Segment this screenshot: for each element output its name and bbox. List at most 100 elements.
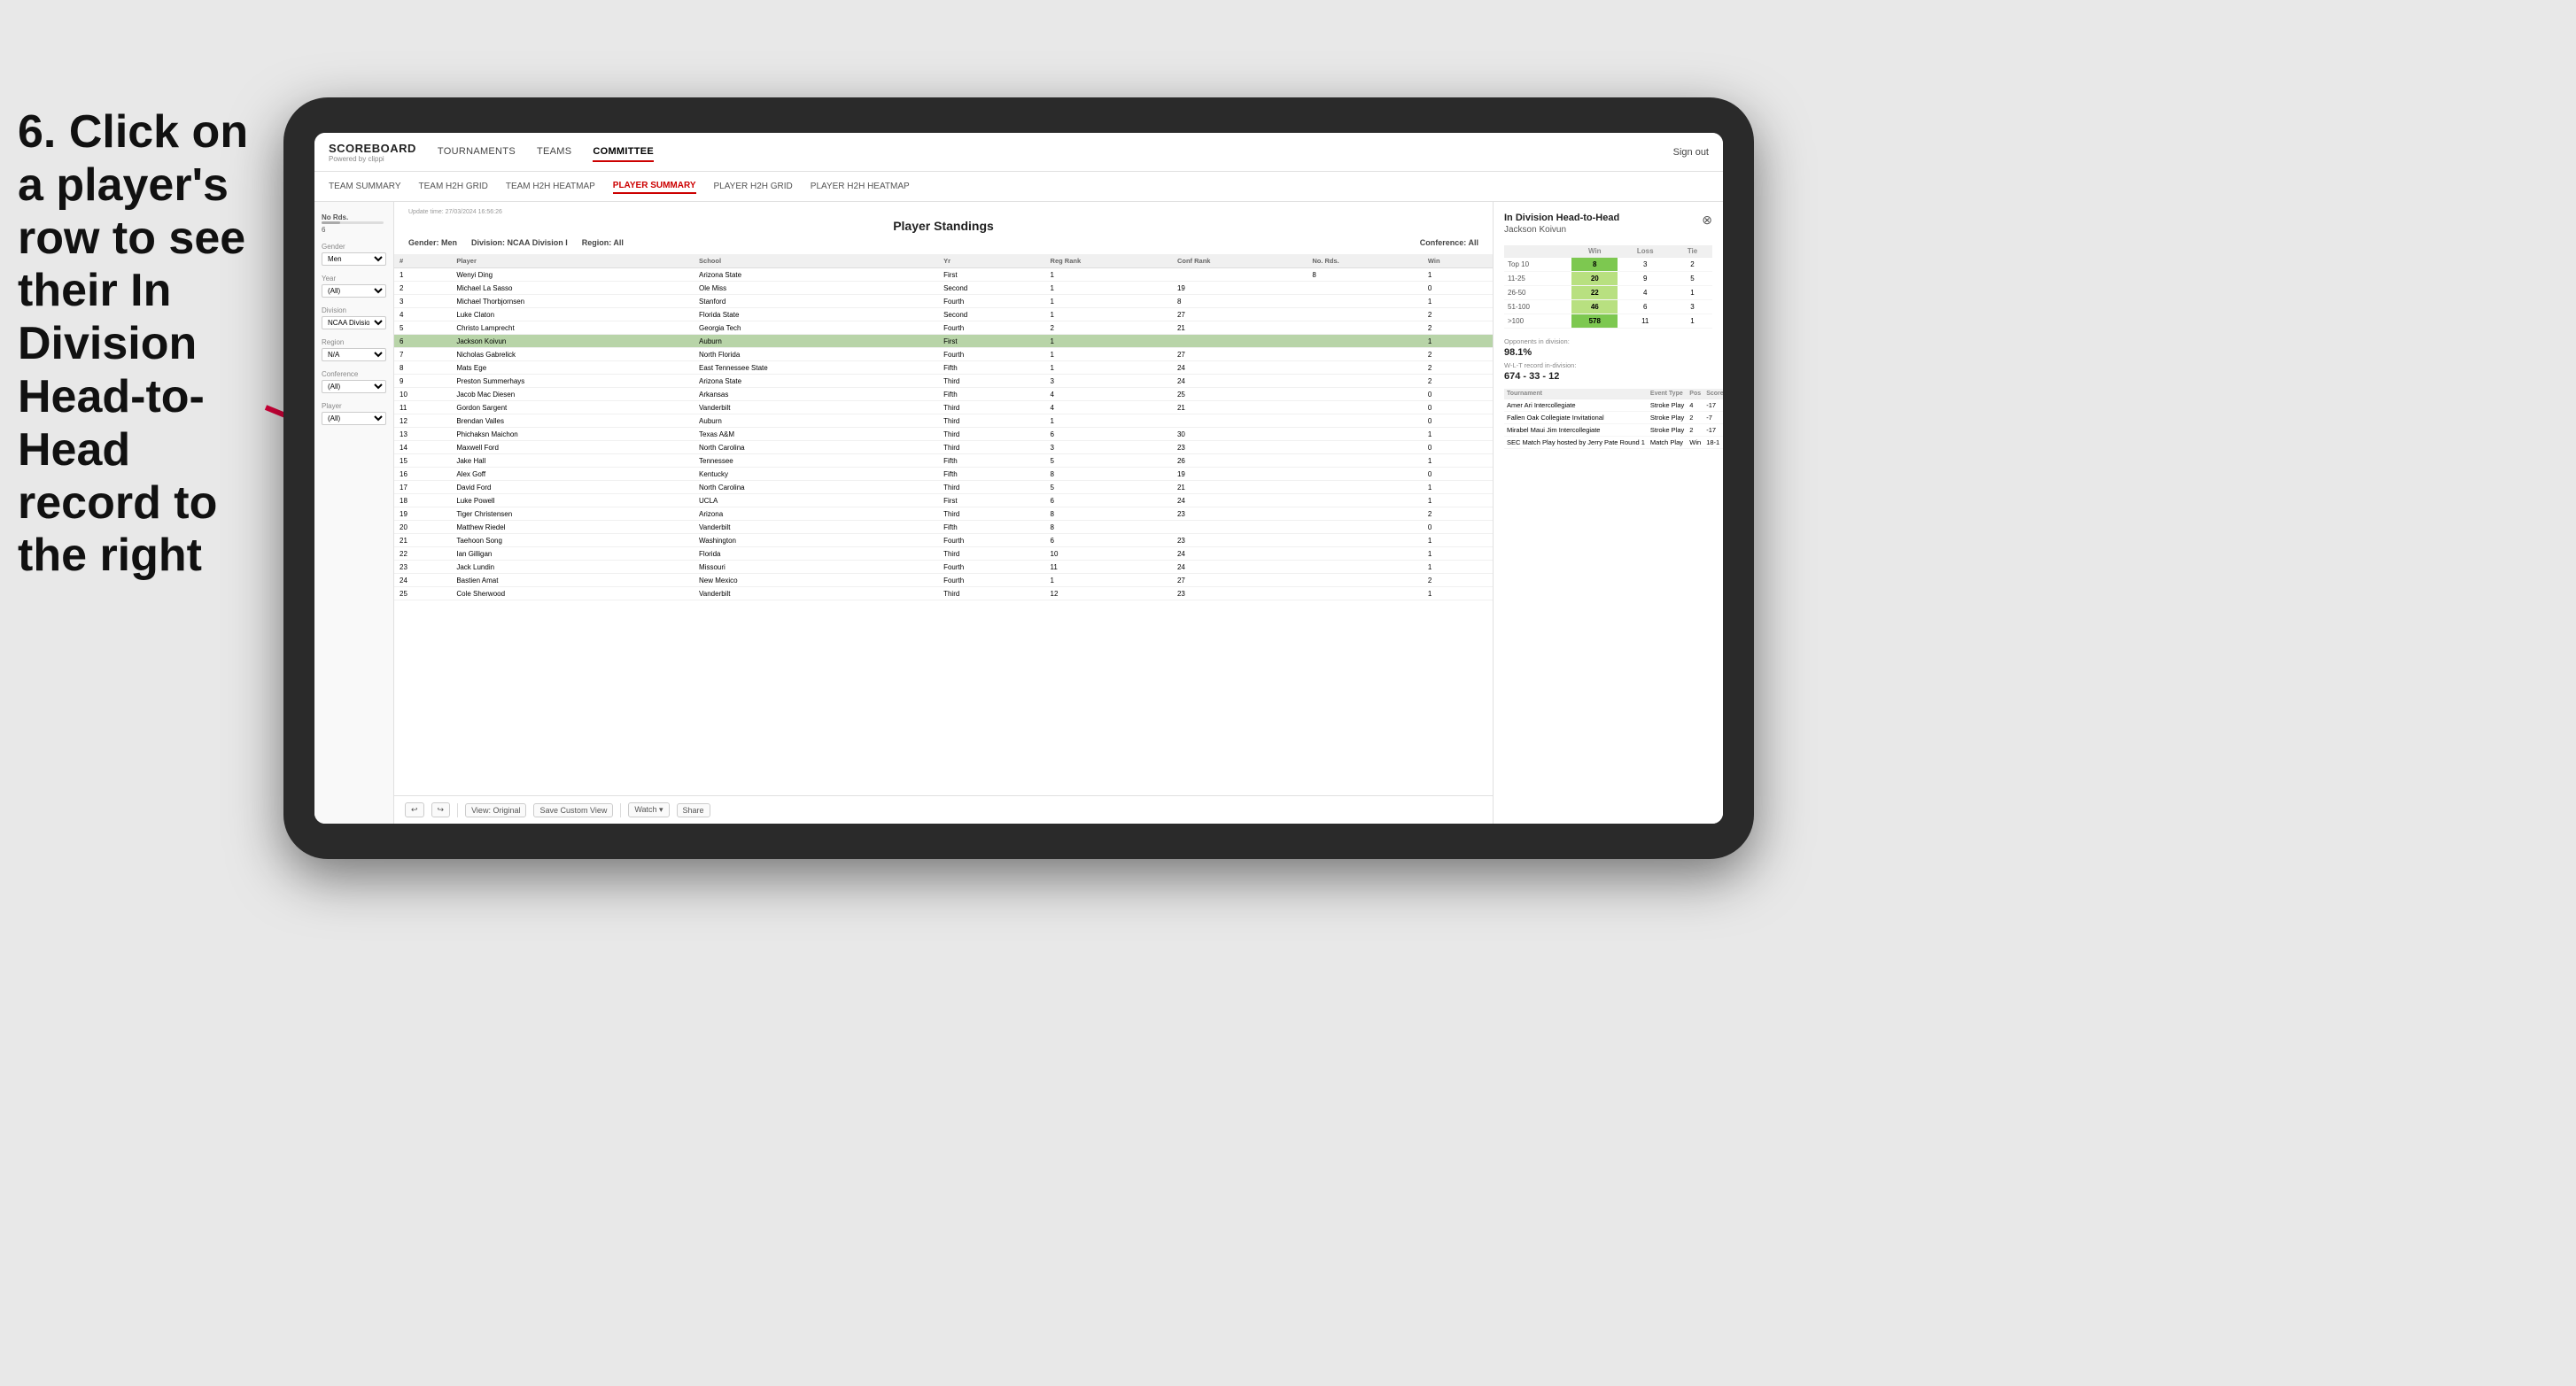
subnav-team-summary[interactable]: TEAM SUMMARY [329,180,401,193]
player-filter[interactable]: Player (All) [322,402,386,425]
cell-num: 18 [394,494,451,507]
tablet-screen: SCOREBOARD Powered by clippi TOURNAMENTS… [314,133,1723,824]
table-row[interactable]: 25 Cole Sherwood Vanderbilt Third 12 23 … [394,587,1493,600]
tournament-cell-name: Fallen Oak Collegiate Invitational [1504,412,1648,424]
cell-yr: Fifth [938,388,1044,401]
cell-conf: 25 [1172,388,1307,401]
opponents-pct: 98.1% [1504,347,1532,358]
table-row[interactable]: 6 Jackson Koivun Auburn First 1 1 [394,335,1493,348]
table-row[interactable]: 21 Taehoon Song Washington Fourth 6 23 1 [394,534,1493,547]
gender-filter[interactable]: Gender Men [322,243,386,266]
cell-school: Arizona State [694,375,938,388]
table-row[interactable]: 16 Alex Goff Kentucky Fifth 8 19 0 [394,468,1493,481]
cell-yr: First [938,268,1044,282]
cell-school: East Tennessee State [694,361,938,375]
main-content: No Rds. 6 Gender Men Year [314,202,1723,824]
cell-num: 19 [394,507,451,521]
table-row[interactable]: 18 Luke Powell UCLA First 6 24 1 [394,494,1493,507]
table-row[interactable]: 9 Preston Summerhays Arizona State Third… [394,375,1493,388]
toolbar-sep-2 [620,803,621,817]
subnav-team-h2h-grid[interactable]: TEAM H2H GRID [419,180,488,193]
region-filter[interactable]: Region N/A [322,338,386,361]
player-select[interactable]: (All) [322,412,386,425]
cell-school: North Carolina [694,441,938,454]
cell-yr: Third [938,428,1044,441]
h2h-row: 26-50 22 4 1 [1504,286,1712,300]
col-win: Win [1423,254,1493,268]
cell-rds [1307,414,1423,428]
nav-teams[interactable]: TEAMS [537,143,571,162]
tournament-header-row: Tournament Event Type Pos Score [1504,389,1723,399]
cell-player: Brendan Valles [451,414,694,428]
cell-school: Texas A&M [694,428,938,441]
conference-filter[interactable]: Conference (All) [322,370,386,393]
table-row[interactable]: 13 Phichaksn Maichon Texas A&M Third 6 3… [394,428,1493,441]
table-row[interactable]: 8 Mats Ege East Tennessee State Fifth 1 … [394,361,1493,375]
table-row[interactable]: 19 Tiger Christensen Arizona Third 8 23 … [394,507,1493,521]
subnav-player-h2h-heatmap[interactable]: PLAYER H2H HEATMAP [811,180,910,193]
h2h-record: 674 - 33 - 12 [1504,371,1712,382]
table-row[interactable]: 14 Maxwell Ford North Carolina Third 3 2… [394,441,1493,454]
cell-yr: Fourth [938,295,1044,308]
cell-reg: 11 [1045,561,1172,574]
cell-win: 1 [1423,587,1493,600]
sign-out-button[interactable]: Sign out [1673,147,1709,158]
subnav-player-summary[interactable]: PLAYER SUMMARY [613,179,696,194]
table-row[interactable]: 20 Matthew Riedel Vanderbilt Fifth 8 0 [394,521,1493,534]
division-filter[interactable]: Division NCAA Division I [322,306,386,329]
nav-committee[interactable]: COMMITTEE [593,143,654,162]
table-row[interactable]: 3 Michael Thorbjornsen Stanford Fourth 1… [394,295,1493,308]
share-btn[interactable]: Share [677,803,710,817]
cell-rds [1307,561,1423,574]
redo-btn[interactable]: ↪ [431,802,451,817]
subnav-player-h2h-grid[interactable]: PLAYER H2H GRID [714,180,793,193]
cell-school: Georgia Tech [694,321,938,335]
cell-player: Jacob Mac Diesen [451,388,694,401]
cell-win: 0 [1423,521,1493,534]
h2h-close-button[interactable]: ⊗ [1702,213,1712,228]
table-row[interactable]: 24 Bastien Amat New Mexico Fourth 1 27 2 [394,574,1493,587]
cell-school: Vanderbilt [694,521,938,534]
cell-rds [1307,521,1423,534]
cell-player: Mats Ege [451,361,694,375]
table-row[interactable]: 17 David Ford North Carolina Third 5 21 … [394,481,1493,494]
nav-tournaments[interactable]: TOURNAMENTS [438,143,516,162]
division-select[interactable]: NCAA Division I [322,316,386,329]
watch-btn[interactable]: Watch ▾ [628,802,669,817]
cell-reg: 2 [1045,321,1172,335]
subnav-team-h2h-heatmap[interactable]: TEAM H2H HEATMAP [506,180,595,193]
col-player: Player [451,254,694,268]
cell-player: Michael Thorbjornsen [451,295,694,308]
undo-btn[interactable]: ↩ [405,802,424,817]
cell-num: 12 [394,414,451,428]
table-row[interactable]: 10 Jacob Mac Diesen Arkansas Fifth 4 25 … [394,388,1493,401]
table-row[interactable]: 11 Gordon Sargent Vanderbilt Third 4 21 … [394,401,1493,414]
cell-reg: 1 [1045,414,1172,428]
conference-select[interactable]: (All) [322,380,386,393]
view-original-btn[interactable]: View: Original [465,803,526,817]
region-select[interactable]: N/A [322,348,386,361]
table-row[interactable]: 1 Wenyi Ding Arizona State First 1 8 1 [394,268,1493,282]
table-row[interactable]: 5 Christo Lamprecht Georgia Tech Fourth … [394,321,1493,335]
cell-player: Preston Summerhays [451,375,694,388]
no-rds-slider[interactable]: 6 [322,221,386,234]
table-row[interactable]: 4 Luke Claton Florida State Second 1 27 … [394,308,1493,321]
table-row[interactable]: 2 Michael La Sasso Ole Miss Second 1 19 … [394,282,1493,295]
save-custom-btn[interactable]: Save Custom View [533,803,613,817]
table-row[interactable]: 15 Jake Hall Tennessee Fifth 5 26 1 [394,454,1493,468]
cell-rds [1307,348,1423,361]
cell-win: 0 [1423,468,1493,481]
cell-yr: First [938,494,1044,507]
year-filter[interactable]: Year (All) [322,275,386,298]
col-reg-rank: Reg Rank [1045,254,1172,268]
gender-select[interactable]: Men [322,252,386,266]
cell-rds [1307,375,1423,388]
cell-num: 15 [394,454,451,468]
table-row[interactable]: 7 Nicholas Gabrelick North Florida Fourt… [394,348,1493,361]
cell-player: Cole Sherwood [451,587,694,600]
table-row[interactable]: 23 Jack Lundin Missouri Fourth 11 24 1 [394,561,1493,574]
year-select[interactable]: (All) [322,284,386,298]
table-row[interactable]: 12 Brendan Valles Auburn Third 1 0 [394,414,1493,428]
h2h-stats: Opponents in division: 98.1% W-L-T recor… [1504,337,1712,382]
table-row[interactable]: 22 Ian Gilligan Florida Third 10 24 1 [394,547,1493,561]
